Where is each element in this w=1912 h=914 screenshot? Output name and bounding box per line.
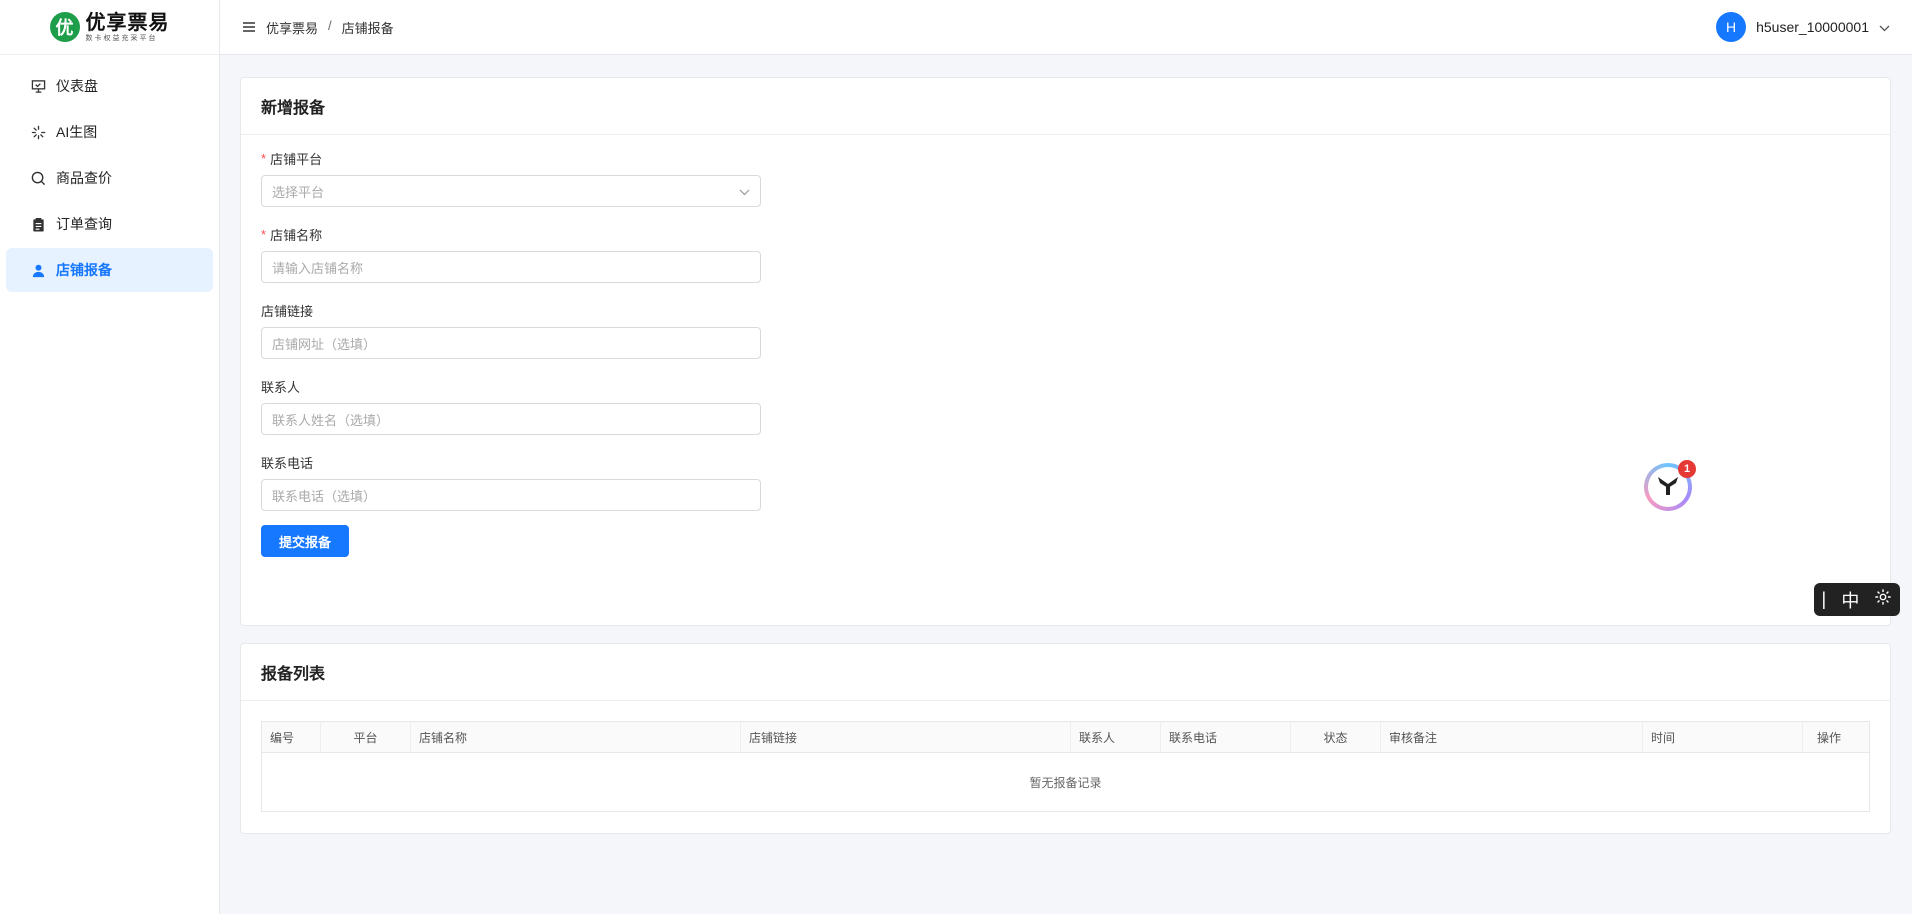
presentation-board-icon <box>30 78 46 94</box>
platform-placeholder: 选择平台 <box>272 184 325 200</box>
ime-cursor: | <box>1821 589 1827 609</box>
report-form: * 店铺平台 选择平台 * 店铺名称 请输入店铺名称 店铺链接 店铺网址（选填） 联… <box>241 135 1890 571</box>
report-list-card: 报备列表 编号 平台 店铺名称 店铺链接 联系人 联系电话 状态 审核备注 时间… <box>240 643 1891 834</box>
username: h5user_10000001 <box>1756 19 1869 35</box>
contact-label: 联系人 <box>261 379 301 395</box>
col-status: 状态 <box>1291 722 1381 752</box>
sidebar-item-label: 仪表盘 <box>56 78 98 94</box>
user-icon <box>30 262 46 278</box>
sidebar: 优 优享票易 数卡权益充采平台 仪表盘 AI生图 商品查价 订单查询 店铺报备 <box>0 0 220 914</box>
menu-toggle-icon[interactable] <box>242 20 256 34</box>
sidebar-item-label: 订单查询 <box>56 216 112 232</box>
col-id: 编号 <box>262 722 321 752</box>
gear-icon[interactable] <box>1874 588 1892 611</box>
table-header: 编号 平台 店铺名称 店铺链接 联系人 联系电话 状态 审核备注 时间 操作 <box>262 722 1869 753</box>
required-mark: * <box>261 150 267 166</box>
search-icon <box>30 170 46 186</box>
card-title: 新增报备 <box>241 78 1890 135</box>
required-mark: * <box>261 226 267 242</box>
breadcrumb-current: 店铺报备 <box>341 20 394 36</box>
phone-input[interactable]: 联系电话（选填） <box>261 479 761 511</box>
chevron-down-icon <box>739 184 750 199</box>
card-title: 报备列表 <box>241 644 1890 701</box>
brand-logo[interactable]: 优 优享票易 数卡权益充采平台 <box>0 0 219 55</box>
breadcrumb-separator: / <box>328 17 332 33</box>
shop-name-label: * 店铺名称 <box>261 226 323 243</box>
sidebar-item-label: 店铺报备 <box>56 262 112 278</box>
sidebar-item-orders[interactable]: 订单查询 <box>6 202 213 246</box>
phone-label: 联系电话 <box>261 455 314 471</box>
shop-link-label: 店铺链接 <box>261 303 314 319</box>
empty-state: 暂无报备记录 <box>1029 775 1102 790</box>
submit-report-button[interactable]: 提交报备 <box>261 525 349 557</box>
assistant-icon <box>1655 472 1681 503</box>
breadcrumb-home[interactable]: 优享票易 <box>266 18 318 37</box>
col-phone: 联系电话 <box>1161 722 1291 752</box>
notification-badge: 1 <box>1678 460 1696 478</box>
contact-input[interactable]: 联系人姓名（选填） <box>261 403 761 435</box>
report-table: 编号 平台 店铺名称 店铺链接 联系人 联系电话 状态 审核备注 时间 操作 暂… <box>261 721 1870 812</box>
platform-select[interactable]: 选择平台 <box>261 175 761 207</box>
sidebar-item-shop-report[interactable]: 店铺报备 <box>6 248 213 292</box>
ime-toolbar: | 中 <box>1814 583 1900 616</box>
shop-link-input[interactable]: 店铺网址（选填） <box>261 327 761 359</box>
sidebar-nav: 仪表盘 AI生图 商品查价 订单查询 店铺报备 <box>0 55 219 292</box>
col-review-note: 审核备注 <box>1381 722 1643 752</box>
col-actions: 操作 <box>1816 730 1841 745</box>
sidebar-item-dashboard[interactable]: 仪表盘 <box>6 64 213 108</box>
platform-label: * 店铺平台 <box>261 150 323 167</box>
top-header: 优享票易 / 店铺报备 H h5user_10000001 <box>220 0 1912 55</box>
logo-mark: 优 <box>49 12 80 42</box>
chevron-down-icon <box>1879 19 1890 35</box>
col-shop-name: 店铺名称 <box>411 722 741 752</box>
col-shop-link: 店铺链接 <box>741 722 1071 752</box>
sidebar-item-label: AI生图 <box>56 124 98 140</box>
sidebar-item-ai-image[interactable]: AI生图 <box>6 110 213 154</box>
col-contact: 联系人 <box>1071 722 1161 752</box>
sidebar-item-label: 商品查价 <box>56 170 112 186</box>
avatar: H <box>1716 12 1747 42</box>
breadcrumb: 优享票易 / 店铺报备 <box>266 18 394 37</box>
col-platform: 平台 <box>321 722 411 752</box>
brand-name: 优享票易 <box>85 10 170 34</box>
loading-spark-icon <box>30 124 46 140</box>
shop-name-input[interactable]: 请输入店铺名称 <box>261 251 761 283</box>
col-time: 时间 <box>1643 722 1803 752</box>
ime-language-toggle[interactable]: 中 <box>1841 587 1859 613</box>
brand-tagline: 数卡权益充采平台 <box>85 35 158 42</box>
user-menu[interactable]: H h5user_10000001 <box>1716 12 1890 42</box>
sidebar-item-price-check[interactable]: 商品查价 <box>6 156 213 200</box>
clipboard-icon <box>30 216 46 232</box>
new-report-card: 新增报备 * 店铺平台 选择平台 * 店铺名称 请输入店铺名称 店铺链接 店铺网址（… <box>240 77 1891 626</box>
assistant-float-button[interactable]: 1 <box>1644 460 1696 511</box>
